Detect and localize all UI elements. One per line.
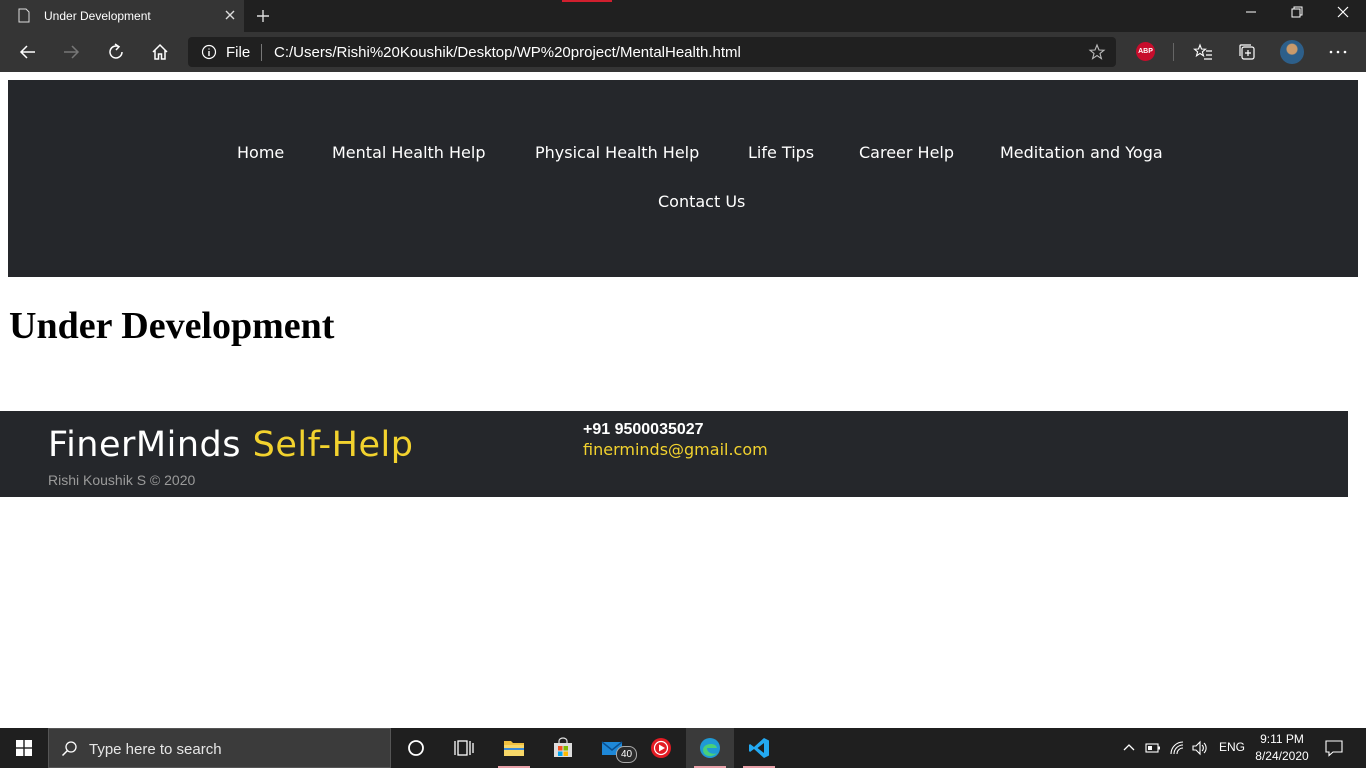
store-icon xyxy=(554,737,572,757)
close-icon[interactable] xyxy=(224,9,236,21)
site-navigation: Home Mental Health Help Physical Health … xyxy=(8,80,1358,277)
collections-icon[interactable] xyxy=(1237,42,1257,62)
chevron-up-icon[interactable] xyxy=(1121,740,1137,756)
more-options-icon[interactable] xyxy=(1328,42,1348,62)
avatar[interactable] xyxy=(1280,40,1304,64)
mail-count-badge: 40 xyxy=(616,746,637,763)
windows-taskbar: Type here to search xyxy=(0,728,1366,768)
input-language[interactable]: ENG xyxy=(1219,740,1245,754)
favorites-icon[interactable] xyxy=(1193,42,1213,62)
media-indicator xyxy=(562,0,612,2)
favorite-star-icon[interactable] xyxy=(1088,43,1106,61)
battery-icon[interactable] xyxy=(1145,740,1161,756)
vscode-icon xyxy=(749,738,769,758)
address-url[interactable]: C:/Users/Rishi%20Koushik/Desktop/WP%20pr… xyxy=(274,44,741,61)
nav-career-help[interactable]: Career Help xyxy=(859,143,954,162)
media-player-button[interactable] xyxy=(637,728,685,768)
refresh-icon[interactable] xyxy=(106,42,126,62)
cortana-button[interactable] xyxy=(392,728,440,768)
store-button[interactable] xyxy=(539,728,587,768)
address-scheme-label: File xyxy=(226,44,251,61)
brand-name: FinerMinds xyxy=(48,425,241,465)
restore-icon[interactable] xyxy=(1290,5,1304,19)
tab-title: Under Development xyxy=(44,9,151,23)
search-icon xyxy=(61,741,77,757)
file-explorer-button[interactable] xyxy=(490,728,538,768)
page-title: Under Development xyxy=(9,305,335,347)
nav-contact-us[interactable]: Contact Us xyxy=(658,192,745,211)
page-icon xyxy=(18,8,30,23)
nav-meditation-and-yoga[interactable]: Meditation and Yoga xyxy=(1000,143,1163,162)
back-icon[interactable] xyxy=(18,42,38,62)
clock-time: 9:11 PM xyxy=(1260,732,1304,746)
clock-date: 8/24/2020 xyxy=(1255,749,1309,763)
edge-browser-icon xyxy=(700,738,720,758)
brand-tagline: Self-Help xyxy=(252,425,414,465)
volume-icon[interactable] xyxy=(1192,740,1208,756)
task-view-button[interactable] xyxy=(440,728,488,768)
info-icon[interactable] xyxy=(201,44,217,60)
forward-icon[interactable] xyxy=(61,42,81,62)
browser-tab-strip: Under Development xyxy=(0,0,1366,32)
edge-button[interactable] xyxy=(686,728,734,768)
task-view-icon xyxy=(454,740,474,756)
wifi-icon[interactable] xyxy=(1169,740,1185,756)
browser-toolbar: File C:/Users/Rishi%20Koushik/Desktop/WP… xyxy=(0,32,1366,72)
toolbar-divider xyxy=(1173,43,1174,61)
new-tab-icon[interactable] xyxy=(255,8,271,24)
play-icon xyxy=(651,738,671,758)
address-bar[interactable]: File C:/Users/Rishi%20Koushik/Desktop/WP… xyxy=(188,37,1116,67)
brand-logo-text: FinerMinds Self-Help xyxy=(48,425,413,465)
search-placeholder: Type here to search xyxy=(89,741,222,758)
notifications-icon[interactable] xyxy=(1325,739,1343,757)
cortana-icon xyxy=(408,740,424,756)
nav-mental-health-help[interactable]: Mental Health Help xyxy=(332,143,486,162)
taskbar-search-box[interactable]: Type here to search xyxy=(48,728,391,768)
windows-start-icon[interactable] xyxy=(16,740,32,756)
copyright-text: Rishi Koushik S © 2020 xyxy=(48,472,196,488)
folder-icon xyxy=(504,741,524,756)
home-icon[interactable] xyxy=(150,42,170,62)
contact-phone: +91 9500035027 xyxy=(583,421,704,438)
nav-home[interactable]: Home xyxy=(237,143,284,162)
address-divider xyxy=(261,44,262,61)
nav-physical-health-help[interactable]: Physical Health Help xyxy=(535,143,699,162)
close-window-icon[interactable] xyxy=(1336,5,1350,19)
adblock-extension-icon[interactable]: ABP xyxy=(1136,42,1155,61)
site-footer: FinerMinds Self-Help Rishi Koushik S © 2… xyxy=(0,411,1348,497)
minimize-icon[interactable] xyxy=(1244,5,1258,19)
nav-life-tips[interactable]: Life Tips xyxy=(748,143,814,162)
contact-email-link[interactable]: finerminds@gmail.com xyxy=(583,440,768,459)
browser-tab[interactable]: Under Development xyxy=(0,0,244,32)
system-clock[interactable]: 9:11 PM 8/24/2020 xyxy=(1250,731,1314,765)
vscode-button[interactable] xyxy=(735,728,783,768)
